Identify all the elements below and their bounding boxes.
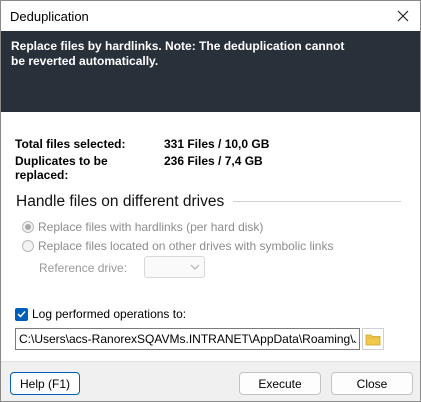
reference-drive-dropdown[interactable]	[144, 256, 205, 278]
title-bar: Deduplication	[1, 1, 420, 31]
folder-icon	[365, 334, 381, 345]
total-files-label: Total files selected:	[15, 137, 126, 151]
radio-symbolic-links[interactable]: Replace files located on other drives wi…	[22, 238, 333, 254]
execute-button[interactable]: Execute	[239, 372, 321, 395]
log-operations-label: Log performed operations to:	[32, 307, 187, 321]
close-button[interactable]: Close	[331, 372, 413, 395]
radio-selected-dot	[25, 224, 31, 230]
deduplication-dialog: Deduplication Replace files by hardlinks…	[0, 0, 421, 402]
info-banner: Replace files by hardlinks. Note: The de…	[1, 31, 420, 112]
duplicates-row: Duplicates to be replaced: 236 Files / 7…	[15, 154, 269, 182]
radio-button[interactable]	[22, 221, 34, 233]
radio-hardlinks-per-disk[interactable]: Replace files with hardlinks (per hard d…	[22, 219, 263, 235]
checkmark-icon	[17, 310, 26, 318]
log-operations-checkbox[interactable]	[15, 307, 28, 321]
log-path-input[interactable]	[15, 328, 360, 350]
banner-text: Replace files by hardlinks. Note: The de…	[11, 39, 345, 68]
drives-section-heading: Handle files on different drives	[16, 193, 225, 210]
window-title: Deduplication	[10, 9, 89, 24]
radio-hardlinks-label: Replace files with hardlinks (per hard d…	[38, 220, 264, 234]
close-window-button[interactable]	[390, 3, 416, 29]
radio-button[interactable]	[22, 240, 34, 252]
radio-symbolic-label: Replace files located on other drives wi…	[38, 239, 334, 253]
total-files-value: 331 Files / 10,0 GB	[164, 137, 270, 151]
section-divider	[233, 201, 401, 202]
close-icon	[397, 10, 409, 22]
summary-section: Total files selected: 331 Files / 10,0 G…	[15, 137, 269, 182]
button-bar: Help (F1) Execute Close	[1, 361, 420, 401]
log-operations-checkbox-row[interactable]: Log performed operations to:	[15, 306, 186, 322]
chevron-down-icon	[190, 264, 200, 270]
duplicates-label: Duplicates to be replaced:	[15, 154, 108, 182]
duplicates-value: 236 Files / 7,4 GB	[164, 154, 263, 168]
help-button[interactable]: Help (F1)	[10, 372, 80, 395]
browse-folder-button[interactable]	[362, 328, 384, 350]
reference-drive-label: Reference drive:	[39, 261, 128, 275]
total-files-row: Total files selected: 331 Files / 10,0 G…	[15, 137, 269, 154]
